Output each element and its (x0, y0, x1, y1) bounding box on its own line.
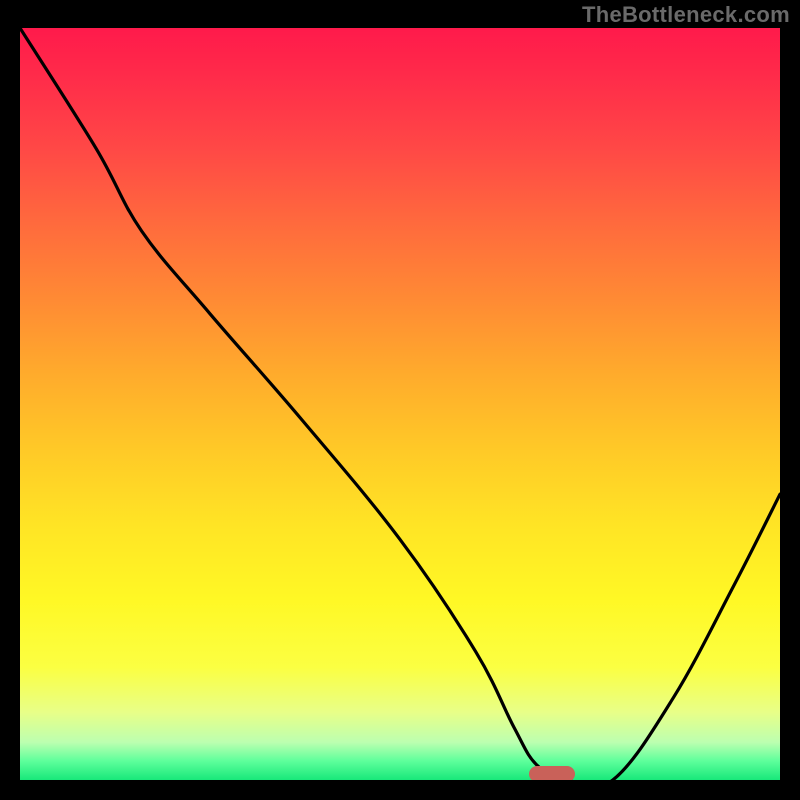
plot-area (20, 28, 780, 780)
bottleneck-curve (20, 28, 780, 780)
watermark-text: TheBottleneck.com (582, 2, 790, 28)
optimal-marker (529, 766, 575, 780)
chart-container: TheBottleneck.com (0, 0, 800, 800)
